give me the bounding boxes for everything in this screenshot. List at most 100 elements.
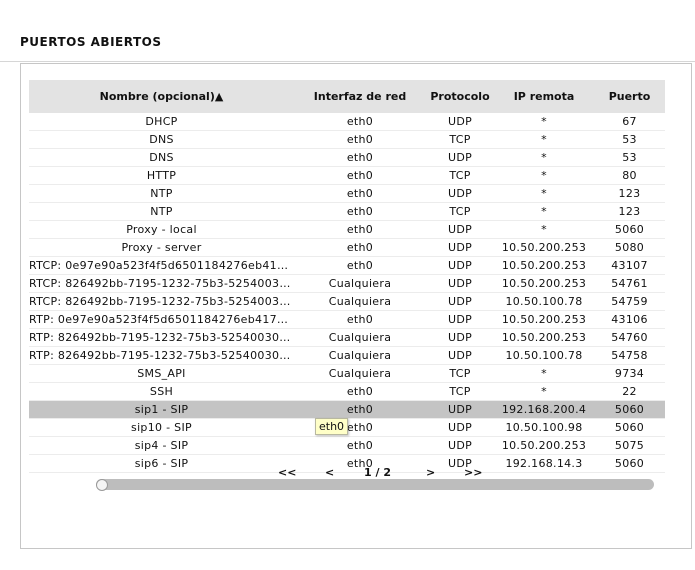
first-page-button[interactable]: << (278, 466, 296, 479)
cell-name: RTP: 826492bb-7195-1232-75b3-52540030c4.… (29, 346, 294, 365)
cell-remote-ip: 10.50.200.253 (494, 310, 594, 329)
cell-name: HTTP (29, 166, 294, 185)
table-row[interactable]: DNS eth0 TCP * 53 (29, 130, 665, 149)
cell-name: DHCP (29, 113, 294, 131)
cell-name: NTP (29, 202, 294, 221)
table-row[interactable]: NTP eth0 UDP * 123 (29, 184, 665, 203)
table-row[interactable]: RTCP: 0e97e90a523f4f5d6501184276eb4171..… (29, 256, 665, 275)
cell-port: 5060 (594, 418, 665, 437)
table-row[interactable]: NTP eth0 TCP * 123 (29, 202, 665, 221)
cell-remote-ip: 10.50.200.253 (494, 256, 594, 275)
last-page-button[interactable]: >> (464, 466, 482, 479)
cell-name: DNS (29, 148, 294, 167)
cell-remote-ip: * (494, 130, 594, 149)
cell-remote-ip: 10.50.200.253 (494, 238, 594, 257)
cell-remote-ip: * (494, 184, 594, 203)
table-row[interactable]: DHCP eth0 UDP * 67 (29, 113, 665, 131)
cell-protocol: UDP (426, 400, 494, 419)
scrollbar-thumb[interactable] (96, 479, 108, 491)
cell-protocol: UDP (426, 310, 494, 329)
cell-remote-ip: 10.50.100.98 (494, 418, 594, 437)
cell-interface: eth0 (294, 166, 426, 185)
next-page-button[interactable]: > (426, 466, 435, 479)
table-row[interactable]: RTP: 826492bb-7195-1232-75b3-52540030c4.… (29, 346, 665, 365)
cell-name: RTP: 826492bb-7195-1232-75b3-52540030c4.… (29, 328, 294, 347)
cell-port: 80 (594, 166, 665, 185)
column-header-name[interactable]: Nombre (opcional)▲ (29, 80, 294, 113)
cell-interface: eth0 (294, 220, 426, 239)
cell-remote-ip: * (494, 220, 594, 239)
cell-remote-ip: * (494, 382, 594, 401)
prev-page-button[interactable]: < (325, 466, 334, 479)
cell-interface: eth0 (294, 113, 426, 131)
column-header-interface[interactable]: Interfaz de red (294, 80, 426, 113)
cell-name: SSH (29, 382, 294, 401)
table-row[interactable]: SSH eth0 TCP * 22 (29, 382, 665, 401)
cell-port: 54760 (594, 328, 665, 347)
cell-remote-ip: * (494, 364, 594, 383)
cell-interface: eth0 (294, 148, 426, 167)
cell-name: RTCP: 826492bb-7195-1232-75b3-52540030c.… (29, 274, 294, 293)
cell-name: Proxy - local (29, 220, 294, 239)
table-row[interactable]: Proxy - local eth0 UDP * 5060 (29, 220, 665, 239)
cell-remote-ip: 10.50.200.253 (494, 436, 594, 455)
table-row[interactable]: Proxy - server eth0 UDP 10.50.200.253 5080 (29, 238, 665, 257)
cell-interface: eth0 (294, 184, 426, 203)
cell-remote-ip: 10.50.200.253 (494, 328, 594, 347)
table-row[interactable]: sip1 - SIP eth0 UDP 192.168.200.4 5060 (29, 400, 665, 419)
cell-name: SMS_API (29, 364, 294, 383)
cell-port: 123 (594, 202, 665, 221)
cell-remote-ip: 192.168.200.4 (494, 400, 594, 419)
table-row[interactable]: RTCP: 826492bb-7195-1232-75b3-52540030c.… (29, 292, 665, 311)
cell-port: 53 (594, 130, 665, 149)
cell-protocol: UDP (426, 113, 494, 131)
table-row[interactable]: sip4 - SIP eth0 UDP 10.50.200.253 5075 (29, 436, 665, 455)
cell-name: RTCP: 826492bb-7195-1232-75b3-52540030c.… (29, 292, 294, 311)
cell-protocol: UDP (426, 328, 494, 347)
cell-interface: eth0 (294, 130, 426, 149)
cell-interface: eth0 (294, 310, 426, 329)
cell-port: 54759 (594, 292, 665, 311)
column-header-protocol[interactable]: Protocolo (426, 80, 494, 113)
cell-port: 5080 (594, 238, 665, 257)
cell-protocol: TCP (426, 202, 494, 221)
cell-protocol: UDP (426, 418, 494, 437)
cell-remote-ip: * (494, 166, 594, 185)
cell-interface: eth0 (294, 400, 426, 419)
horizontal-scrollbar[interactable] (96, 479, 654, 491)
cell-protocol: TCP (426, 130, 494, 149)
cell-port: 54761 (594, 274, 665, 293)
cell-port: 67 (594, 113, 665, 131)
cell-interface: Cualquiera (294, 274, 426, 293)
cell-protocol: UDP (426, 256, 494, 275)
cell-interface: eth0 (294, 436, 426, 455)
table-row[interactable]: RTP: 0e97e90a523f4f5d6501184276eb4171@..… (29, 310, 665, 329)
cell-port: 43106 (594, 310, 665, 329)
cell-name: sip4 - SIP (29, 436, 294, 455)
cell-port: 53 (594, 148, 665, 167)
cell-port: 5075 (594, 436, 665, 455)
cell-remote-ip: 10.50.100.78 (494, 292, 594, 311)
table-row[interactable]: HTTP eth0 TCP * 80 (29, 166, 665, 185)
cell-protocol: UDP (426, 184, 494, 203)
cell-remote-ip: * (494, 202, 594, 221)
interface-tooltip: eth0 (315, 418, 349, 435)
column-header-port[interactable]: Puerto (594, 80, 665, 113)
table-row[interactable]: RTCP: 826492bb-7195-1232-75b3-52540030c.… (29, 274, 665, 293)
cell-interface: eth0 (294, 202, 426, 221)
table-row[interactable]: SMS_API Cualquiera TCP * 9734 (29, 364, 665, 383)
cell-interface: eth0 (294, 238, 426, 257)
cell-interface: eth0 (294, 256, 426, 275)
column-header-remote-ip[interactable]: IP remota (494, 80, 594, 113)
cell-protocol: UDP (426, 274, 494, 293)
cell-remote-ip: 10.50.100.78 (494, 346, 594, 365)
cell-port: 5060 (594, 220, 665, 239)
table-row[interactable]: RTP: 826492bb-7195-1232-75b3-52540030c4.… (29, 328, 665, 347)
table-row[interactable]: DNS eth0 UDP * 53 (29, 148, 665, 167)
table-header-row: Nombre (opcional)▲ Interfaz de red Proto… (29, 80, 665, 113)
cell-port: 22 (594, 382, 665, 401)
cell-protocol: TCP (426, 382, 494, 401)
cell-remote-ip: * (494, 148, 594, 167)
cell-protocol: UDP (426, 346, 494, 365)
cell-port: 5060 (594, 400, 665, 419)
